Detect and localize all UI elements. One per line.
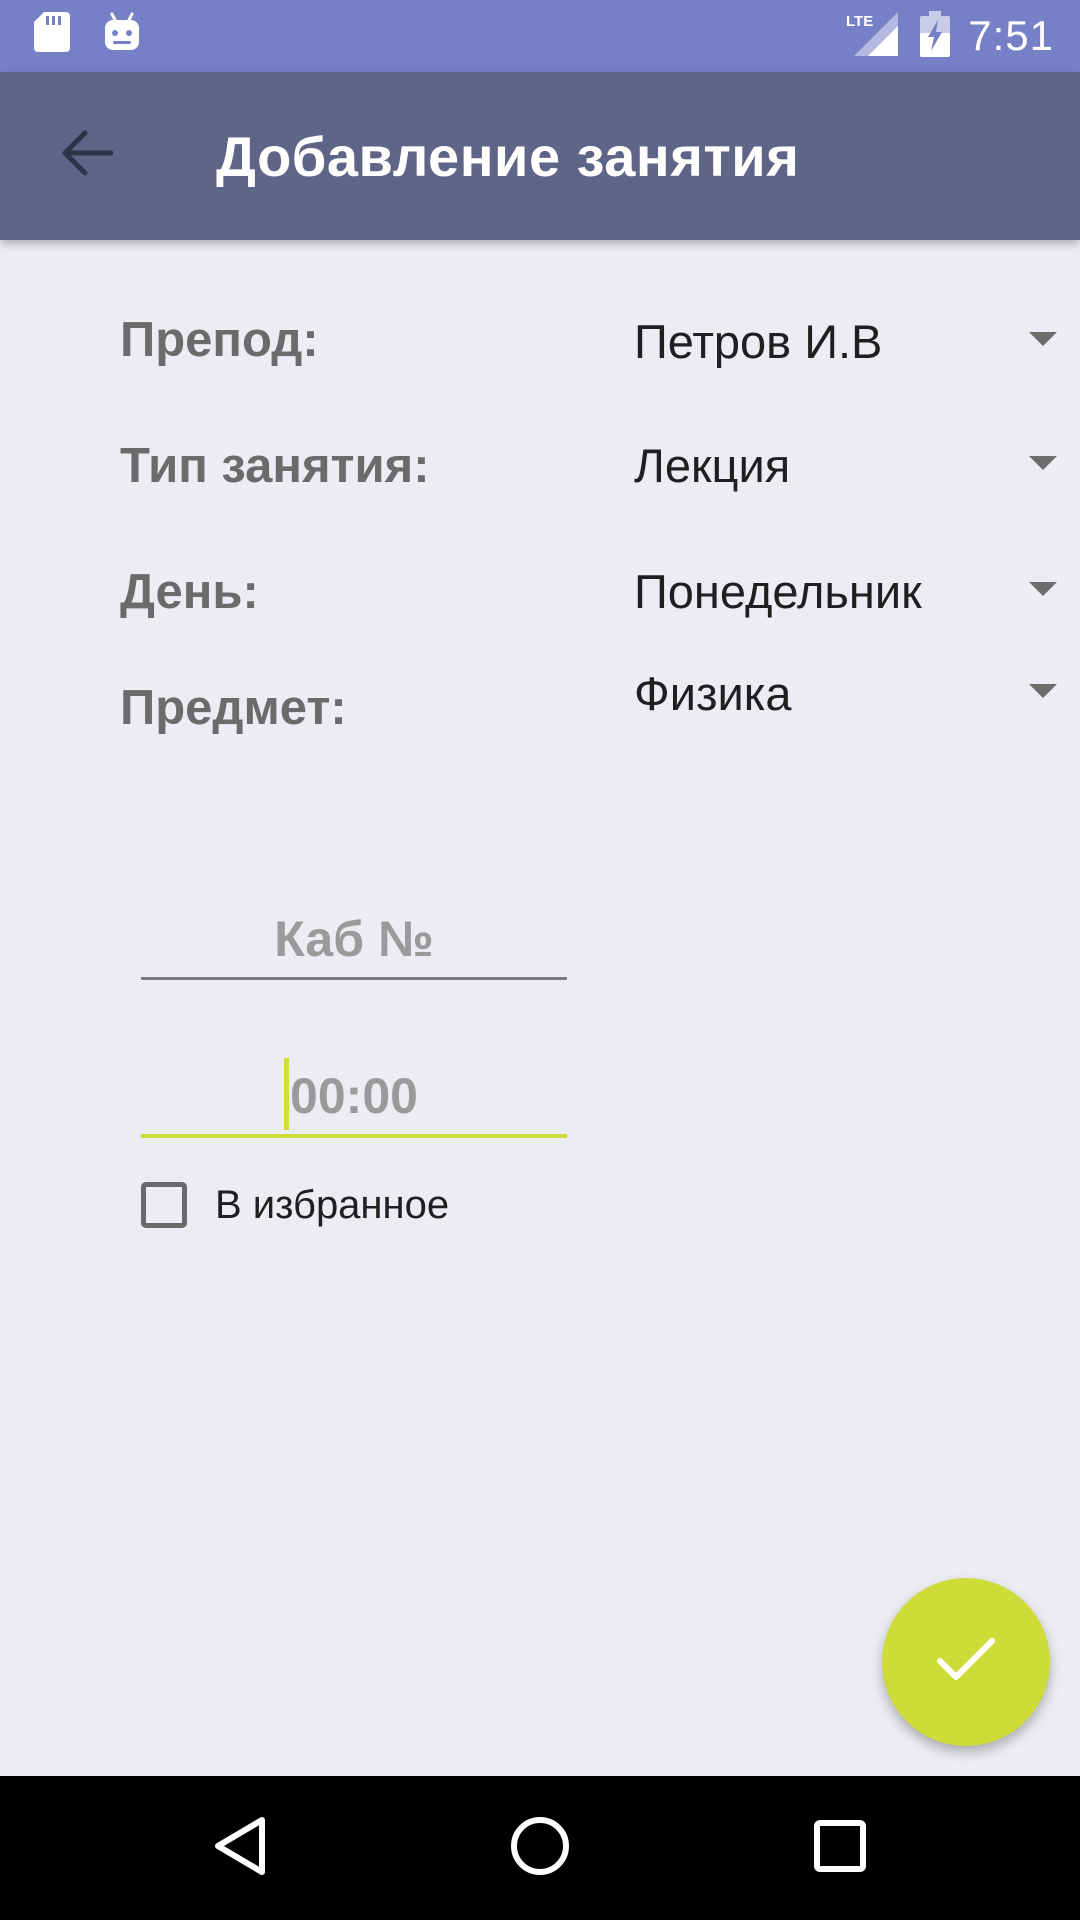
lesson-type-spinner[interactable]: Лекция bbox=[634, 428, 1064, 508]
page-title: Добавление занятия bbox=[216, 125, 800, 188]
navigation-bar bbox=[0, 1776, 1080, 1920]
nav-home-button[interactable] bbox=[490, 1798, 590, 1898]
teacher-spinner-value: Петров И.В bbox=[634, 315, 883, 368]
subject-spinner[interactable]: Физика bbox=[634, 656, 1064, 736]
arrow-back-icon bbox=[61, 130, 114, 180]
nav-recents-button[interactable] bbox=[790, 1798, 890, 1898]
app-bar: Добавление занятия bbox=[0, 72, 1080, 240]
svg-text:LTE: LTE bbox=[846, 13, 873, 30]
favorite-label: В избранное bbox=[215, 1182, 450, 1227]
sd-card-icon bbox=[34, 12, 70, 56]
dropdown-arrow-icon bbox=[1029, 456, 1057, 470]
save-fab-button[interactable] bbox=[882, 1578, 1050, 1746]
favorite-checkbox-row[interactable]: В избранное bbox=[141, 1182, 449, 1228]
android-icon bbox=[104, 12, 140, 56]
lesson-type-spinner-value: Лекция bbox=[634, 439, 791, 492]
day-spinner-value: Понедельник bbox=[634, 565, 922, 618]
status-clock: 7:51 bbox=[968, 12, 1054, 59]
favorite-checkbox[interactable] bbox=[141, 1182, 187, 1228]
subject-spinner-value: Физика bbox=[634, 667, 792, 720]
recents-square-icon bbox=[813, 1819, 867, 1877]
lte-signal-icon: LTE bbox=[846, 12, 902, 60]
room-number-input[interactable] bbox=[141, 900, 567, 980]
time-input[interactable] bbox=[141, 1058, 567, 1138]
lesson-type-label: Тип занятия: bbox=[120, 439, 430, 493]
back-button[interactable] bbox=[44, 112, 130, 198]
battery-charging-icon bbox=[920, 11, 951, 61]
back-triangle-icon bbox=[212, 1816, 268, 1880]
day-label: День: bbox=[120, 565, 259, 619]
day-spinner[interactable]: Понедельник bbox=[634, 554, 1064, 634]
subject-label: Предмет: bbox=[120, 681, 347, 735]
nav-back-button[interactable] bbox=[190, 1798, 290, 1898]
dropdown-arrow-icon bbox=[1029, 684, 1057, 698]
dropdown-arrow-icon bbox=[1029, 332, 1057, 346]
text-cursor bbox=[284, 1058, 289, 1130]
teacher-spinner[interactable]: Петров И.В bbox=[634, 304, 1064, 384]
check-icon bbox=[936, 1637, 996, 1687]
teacher-label: Препод: bbox=[120, 313, 319, 367]
home-circle-icon bbox=[509, 1815, 571, 1881]
dropdown-arrow-icon bbox=[1029, 582, 1057, 596]
status-bar: LTE 7:51 bbox=[0, 0, 1080, 72]
